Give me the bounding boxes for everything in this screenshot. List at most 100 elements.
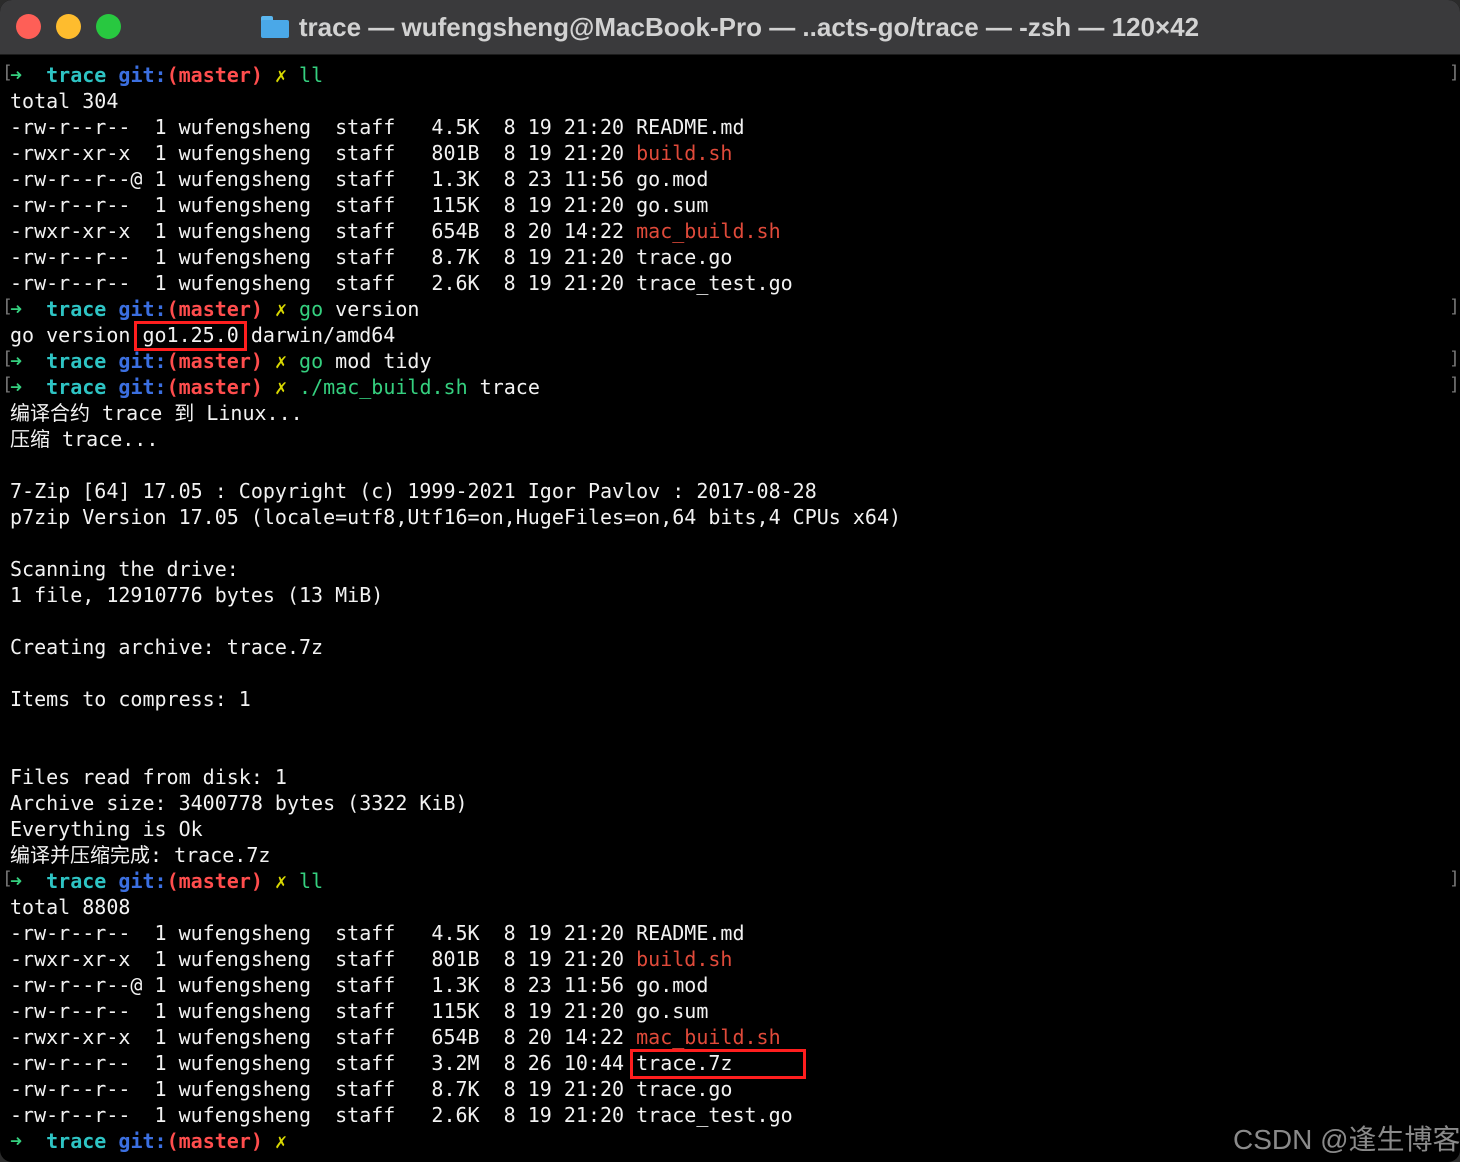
- listing-row: -rw-r--r-- 1 wufengsheng staff 4.5K 8 19…: [10, 920, 745, 946]
- file-meta: -rwxr-xr-x 1 wufengsheng staff 801B 8 19…: [10, 947, 637, 971]
- text-segment: [22, 375, 46, 399]
- build-output-line: 压缩 trace...: [10, 426, 158, 452]
- folder-icon: [260, 16, 289, 38]
- text-segment: [287, 375, 299, 399]
- terminal-window: trace — wufengsheng@MacBook-Pro — ..acts…: [0, 0, 1460, 1162]
- output-text: 7-Zip [64] 17.05 : Copyright (c) 1999-20…: [10, 479, 817, 503]
- prompt-dirty-icon: ✗: [274, 297, 287, 321]
- text-segment: [22, 349, 46, 373]
- listing-row: -rw-r--r-- 1 wufengsheng staff 2.6K 8 19…: [10, 270, 793, 296]
- mark-left: [: [2, 374, 13, 395]
- build-output-line: 编译合约 trace 到 Linux...: [10, 400, 303, 426]
- file-meta: -rw-r--r-- 1 wufengsheng staff 8.7K 8 19…: [10, 1077, 637, 1101]
- listing-row: -rw-r--r-- 1 wufengsheng staff 4.5K 8 19…: [10, 114, 745, 140]
- terminal-output[interactable]: ➜ trace git:(master) ✗ ll[] total 304 -rw-…: [0, 56, 1460, 1162]
- prompt-branch: (master): [166, 869, 263, 893]
- prompt-git: git:: [118, 297, 167, 321]
- build-output-line: p7zip Version 17.05 (locale=utf8,Utf16=o…: [10, 504, 901, 530]
- file-name: mac_build.sh: [636, 219, 781, 243]
- text-segment: [287, 869, 299, 893]
- mark-left: [: [2, 62, 13, 83]
- file-meta: -rw-r--r-- 1 wufengsheng staff 115K 8 19…: [10, 193, 637, 217]
- prompt-branch: (master): [166, 63, 263, 87]
- listing-total-text: total 8808: [10, 895, 131, 919]
- text-segment: [263, 869, 275, 893]
- file-meta: -rwxr-xr-x 1 wufengsheng staff 801B 8 19…: [10, 141, 637, 165]
- prompt-dir: trace: [46, 1129, 107, 1153]
- text-segment: [106, 297, 118, 321]
- text-segment: [106, 349, 118, 373]
- mark-right: ]: [1449, 296, 1460, 317]
- build-output-line: Creating archive: trace.7z: [10, 634, 323, 660]
- listing-total-text: total 304: [10, 89, 119, 113]
- text-segment: [22, 869, 46, 893]
- go-version-prefix: go version: [10, 323, 143, 347]
- listing-row: -rw-r--r-- 1 wufengsheng staff 115K 8 19…: [10, 998, 708, 1024]
- prompt-dir: trace: [46, 869, 107, 893]
- text-segment: [263, 375, 275, 399]
- title-bar[interactable]: trace — wufengsheng@MacBook-Pro — ..acts…: [0, 0, 1460, 55]
- text-segment: [287, 297, 299, 321]
- text-segment: [263, 297, 275, 321]
- output-text: 编译合约 trace 到 Linux...: [10, 401, 303, 425]
- text-segment: [263, 63, 275, 87]
- file-name: trace_test.go: [636, 271, 793, 295]
- output-text: Creating archive: trace.7z: [10, 635, 324, 659]
- file-meta: -rw-r--r-- 1 wufengsheng staff 115K 8 19…: [10, 999, 637, 1023]
- prompt-git: git:: [118, 63, 167, 87]
- output-text: 1 file, 12910776 bytes (13 MiB): [10, 583, 384, 607]
- command: go: [299, 349, 324, 373]
- prompt-git: git:: [118, 375, 167, 399]
- file-name: trace.go: [636, 1077, 733, 1101]
- prompt-dirty-icon: ✗: [274, 349, 287, 373]
- text-segment: [287, 349, 299, 373]
- file-name: go.mod: [636, 167, 709, 191]
- build-output-line: Files read from disk: 1: [10, 764, 287, 790]
- text-segment: [22, 297, 46, 321]
- file-name: build.sh: [636, 947, 733, 971]
- listing-row: -rwxr-xr-x 1 wufengsheng staff 801B 8 19…: [10, 946, 732, 972]
- listing-row: -rw-r--r-- 1 wufengsheng staff 2.6K 8 19…: [10, 1102, 793, 1128]
- file-meta: -rw-r--r-- 1 wufengsheng staff 4.5K 8 19…: [10, 115, 637, 139]
- listing-total: total 304: [10, 88, 118, 114]
- text-segment: [263, 349, 275, 373]
- prompt-line: ➜ trace git:(master) ✗ ./mac_build.sh tr…: [10, 374, 540, 400]
- mark-left: [: [2, 296, 13, 317]
- file-meta: -rw-r--r-- 1 wufengsheng staff 4.5K 8 19…: [10, 921, 637, 945]
- prompt-dirty-icon: ✗: [274, 869, 287, 893]
- file-name: trace_test.go: [636, 1103, 793, 1127]
- build-output-line: Items to compress: 1: [10, 686, 251, 712]
- build-output-line: 1 file, 12910776 bytes (13 MiB): [10, 582, 383, 608]
- build-output-line: 7-Zip [64] 17.05 : Copyright (c) 1999-20…: [10, 478, 817, 504]
- window-title: trace — wufengsheng@MacBook-Pro — ..acts…: [298, 11, 1200, 42]
- listing-total: total 8808: [10, 894, 130, 920]
- file-name: go.mod: [636, 973, 709, 997]
- listing-row: -rw-r--r-- 1 wufengsheng staff 8.7K 8 19…: [10, 1076, 732, 1102]
- text-segment: [106, 869, 118, 893]
- build-output-line: Scanning the drive:: [10, 556, 239, 582]
- prompt-branch: (master): [166, 1129, 263, 1153]
- prompt-line: ➜ trace git:(master) ✗ go mod tidy: [10, 348, 432, 374]
- prompt-dirty-icon: ✗: [274, 1129, 287, 1153]
- listing-row: -rw-r--r--@ 1 wufengsheng staff 1.3K 8 2…: [10, 972, 708, 998]
- command: ll: [299, 869, 324, 893]
- command: go: [299, 297, 324, 321]
- listing-row: -rwxr-xr-x 1 wufengsheng staff 801B 8 19…: [10, 140, 732, 166]
- listing-row: -rw-r--r-- 1 wufengsheng staff 3.2M 8 26…: [10, 1050, 732, 1076]
- file-meta: -rw-r--r--@ 1 wufengsheng staff 1.3K 8 2…: [10, 167, 637, 191]
- command-args: trace: [467, 375, 540, 399]
- output-text: Archive size: 3400778 bytes (3322 KiB): [10, 791, 468, 815]
- output-text: 编译并压缩完成: trace.7z: [10, 843, 271, 867]
- output-text: Scanning the drive:: [10, 557, 239, 581]
- text-segment: [106, 1129, 118, 1153]
- command: ./mac_build.sh: [299, 375, 468, 399]
- prompt-dir: trace: [46, 349, 107, 373]
- prompt-branch: (master): [166, 297, 263, 321]
- prompt-line: ➜ trace git:(master) ✗ ll: [10, 868, 323, 894]
- mark-right: ]: [1449, 62, 1460, 83]
- listing-row: -rw-r--r-- 1 wufengsheng staff 8.7K 8 19…: [10, 244, 732, 270]
- mark-left: [: [2, 868, 13, 889]
- file-meta: -rwxr-xr-x 1 wufengsheng staff 654B 8 20…: [10, 1025, 637, 1049]
- prompt-dirty-icon: ✗: [274, 63, 287, 87]
- prompt-line: ➜ trace git:(master) ✗ go version: [10, 296, 419, 322]
